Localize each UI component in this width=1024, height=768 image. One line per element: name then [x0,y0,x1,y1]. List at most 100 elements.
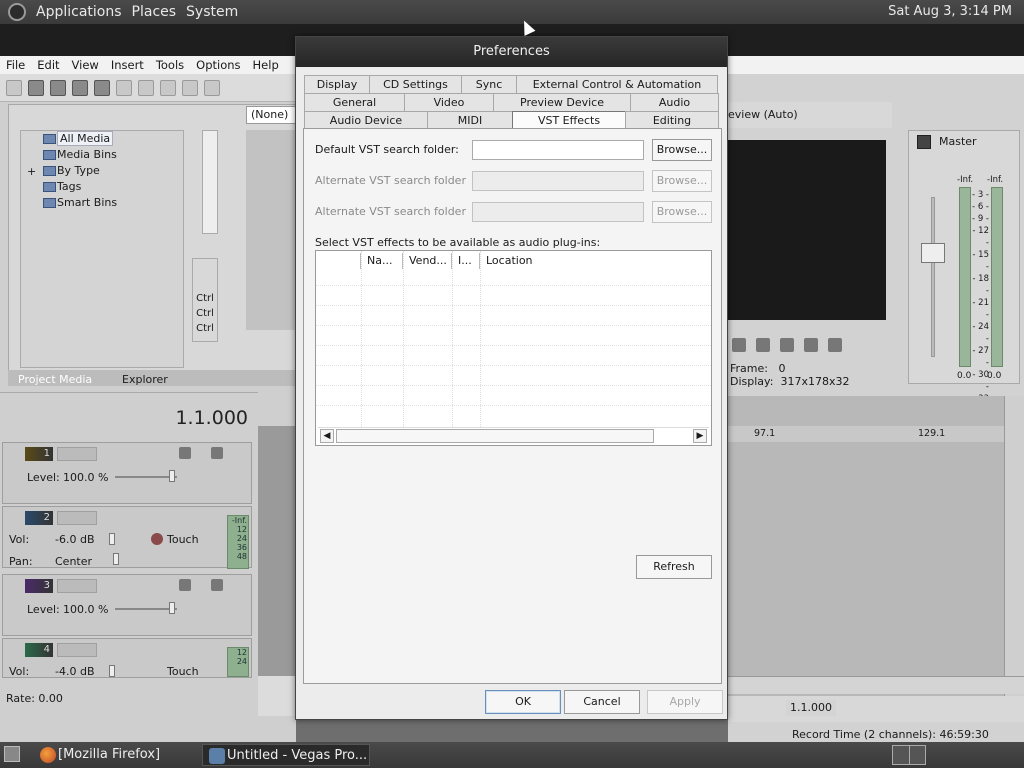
column-header-location[interactable]: Location [480,253,710,269]
save-as-icon[interactable] [72,79,88,96]
level-slider-knob[interactable] [169,470,175,482]
automation-mode[interactable]: Touch [167,533,199,546]
tree-item-media-bins[interactable]: Media Bins [21,147,183,163]
browse-default-button[interactable]: Browse... [652,139,712,161]
default-vst-folder-field[interactable] [472,140,644,160]
tree-item-tags[interactable]: Tags [21,179,183,195]
level-slider[interactable] [115,476,177,478]
ok-button[interactable]: OK [485,690,561,714]
column-header-check[interactable] [316,253,361,269]
task-firefox[interactable]: [Mozilla Firefox] [34,744,200,766]
tab-explorer[interactable]: Explorer [122,371,168,389]
workspace-switcher[interactable] [892,745,926,765]
go-to-start-icon[interactable] [756,338,770,352]
track-3[interactable]: 3 Level: 100.0 % [2,574,252,636]
open-icon[interactable] [28,79,44,96]
mute-icon[interactable] [211,579,223,591]
tab-preview-device[interactable]: Preview Device [493,93,631,111]
alternate-vst-folder-field-2[interactable] [472,202,644,222]
tab-midi[interactable]: MIDI [427,111,513,129]
properties-icon[interactable] [116,79,132,96]
track-name-field[interactable] [57,447,97,461]
prev-frame-icon[interactable] [804,338,818,352]
tree-item-all-media[interactable]: All Media [21,131,183,147]
timeline-vscrollbar[interactable] [1004,396,1024,696]
menu-options[interactable]: Options [196,58,240,72]
expand-icon[interactable]: + [27,164,36,180]
vst-list-hscrollbar[interactable]: ◀ ▶ [318,427,709,443]
browse-alternate-button-2[interactable]: Browse... [652,201,712,223]
level-slider[interactable] [115,608,177,610]
column-header-vendor[interactable]: Vend... [403,253,452,269]
refresh-button[interactable]: Refresh [636,555,712,579]
menu-insert[interactable]: Insert [111,58,144,72]
tree-item-smart-bins[interactable]: Smart Bins [21,195,183,211]
applications-menu[interactable]: Applications [36,4,122,20]
clock[interactable]: Sat Aug 3, 3:14 PM [888,4,1012,19]
tab-general[interactable]: General [304,93,405,111]
volume-slider-knob[interactable] [109,533,115,545]
tab-editing[interactable]: Editing [625,111,719,129]
vst-effects-list[interactable]: Na... Vend... I... Location ◀ ▶ [315,250,712,446]
volume-slider-knob[interactable] [109,665,115,677]
mute-icon[interactable] [211,447,223,459]
tab-display[interactable]: Display [304,75,370,93]
menu-tools[interactable]: Tools [156,58,184,72]
menu-help[interactable]: Help [253,58,279,72]
tab-external-control[interactable]: External Control & Automation [516,75,718,93]
timeline-hscrollbar[interactable] [728,676,1024,694]
tab-cd-settings[interactable]: CD Settings [369,75,462,93]
automation-mode[interactable]: Touch [167,665,199,678]
save-icon[interactable] [50,79,66,96]
fx-icon[interactable] [179,447,191,459]
browse-alternate-button-1[interactable]: Browse... [652,170,712,192]
tab-video[interactable]: Video [404,93,494,111]
scroll-right-icon[interactable]: ▶ [693,429,707,443]
next-frame-icon[interactable] [828,338,842,352]
pan-slider-knob[interactable] [113,553,119,565]
media-scrollbar[interactable] [202,130,218,234]
cancel-button[interactable]: Cancel [564,690,640,714]
track-1[interactable]: 1 Level: 100.0 % [2,442,252,504]
system-menu[interactable]: System [186,4,238,20]
show-desktop-icon[interactable] [4,746,20,762]
timeline-ruler[interactable]: 97.1 129.1 [728,426,1004,442]
cursor-timecode[interactable]: 1.1.000 [786,700,836,716]
go-to-end-icon[interactable] [780,338,794,352]
preview-quality-dropdown[interactable]: eview (Auto) [728,108,798,121]
tree-item-by-type[interactable]: + By Type [21,163,183,179]
menu-edit[interactable]: Edit [37,58,59,72]
undo-icon[interactable] [204,79,220,96]
task-vegas[interactable]: Untitled - Vegas Pro... [202,744,370,766]
menu-view[interactable]: View [72,58,99,72]
track-4[interactable]: 4 Vol: -4.0 dB Touch 12 24 [2,638,252,678]
track-name-field[interactable] [57,643,97,657]
cut-icon[interactable] [138,79,154,96]
track-2[interactable]: 2 Vol: -6.0 dB Pan: Center Touch -Inf. 1… [2,506,252,569]
gear-icon[interactable] [151,533,163,545]
tab-audio-device[interactable]: Audio Device [304,111,428,129]
master-fader[interactable] [931,197,935,357]
alternate-vst-folder-field-1[interactable] [472,171,644,191]
menu-file[interactable]: File [6,58,25,72]
tab-audio[interactable]: Audio [630,93,719,111]
column-header-i[interactable]: I... [452,253,480,269]
master-fader-knob[interactable] [921,243,945,263]
places-menu[interactable]: Places [132,4,177,20]
track-name-field[interactable] [57,579,97,593]
new-icon[interactable] [6,79,22,96]
track-name-field[interactable] [57,511,97,525]
render-icon[interactable] [94,79,110,96]
paste-icon[interactable] [182,79,198,96]
gnome-logo-icon[interactable] [8,3,26,21]
tab-sync[interactable]: Sync [461,75,517,93]
fx-icon[interactable] [179,579,191,591]
preview-effect-dropdown[interactable]: (None) [246,106,296,124]
level-slider-knob[interactable] [169,602,175,614]
scroll-left-icon[interactable]: ◀ [320,429,334,443]
column-header-name[interactable]: Na... [361,253,403,269]
copy-icon[interactable] [160,79,176,96]
scroll-thumb[interactable] [336,429,654,443]
apply-button[interactable]: Apply [647,690,723,714]
stop-icon[interactable] [732,338,746,352]
